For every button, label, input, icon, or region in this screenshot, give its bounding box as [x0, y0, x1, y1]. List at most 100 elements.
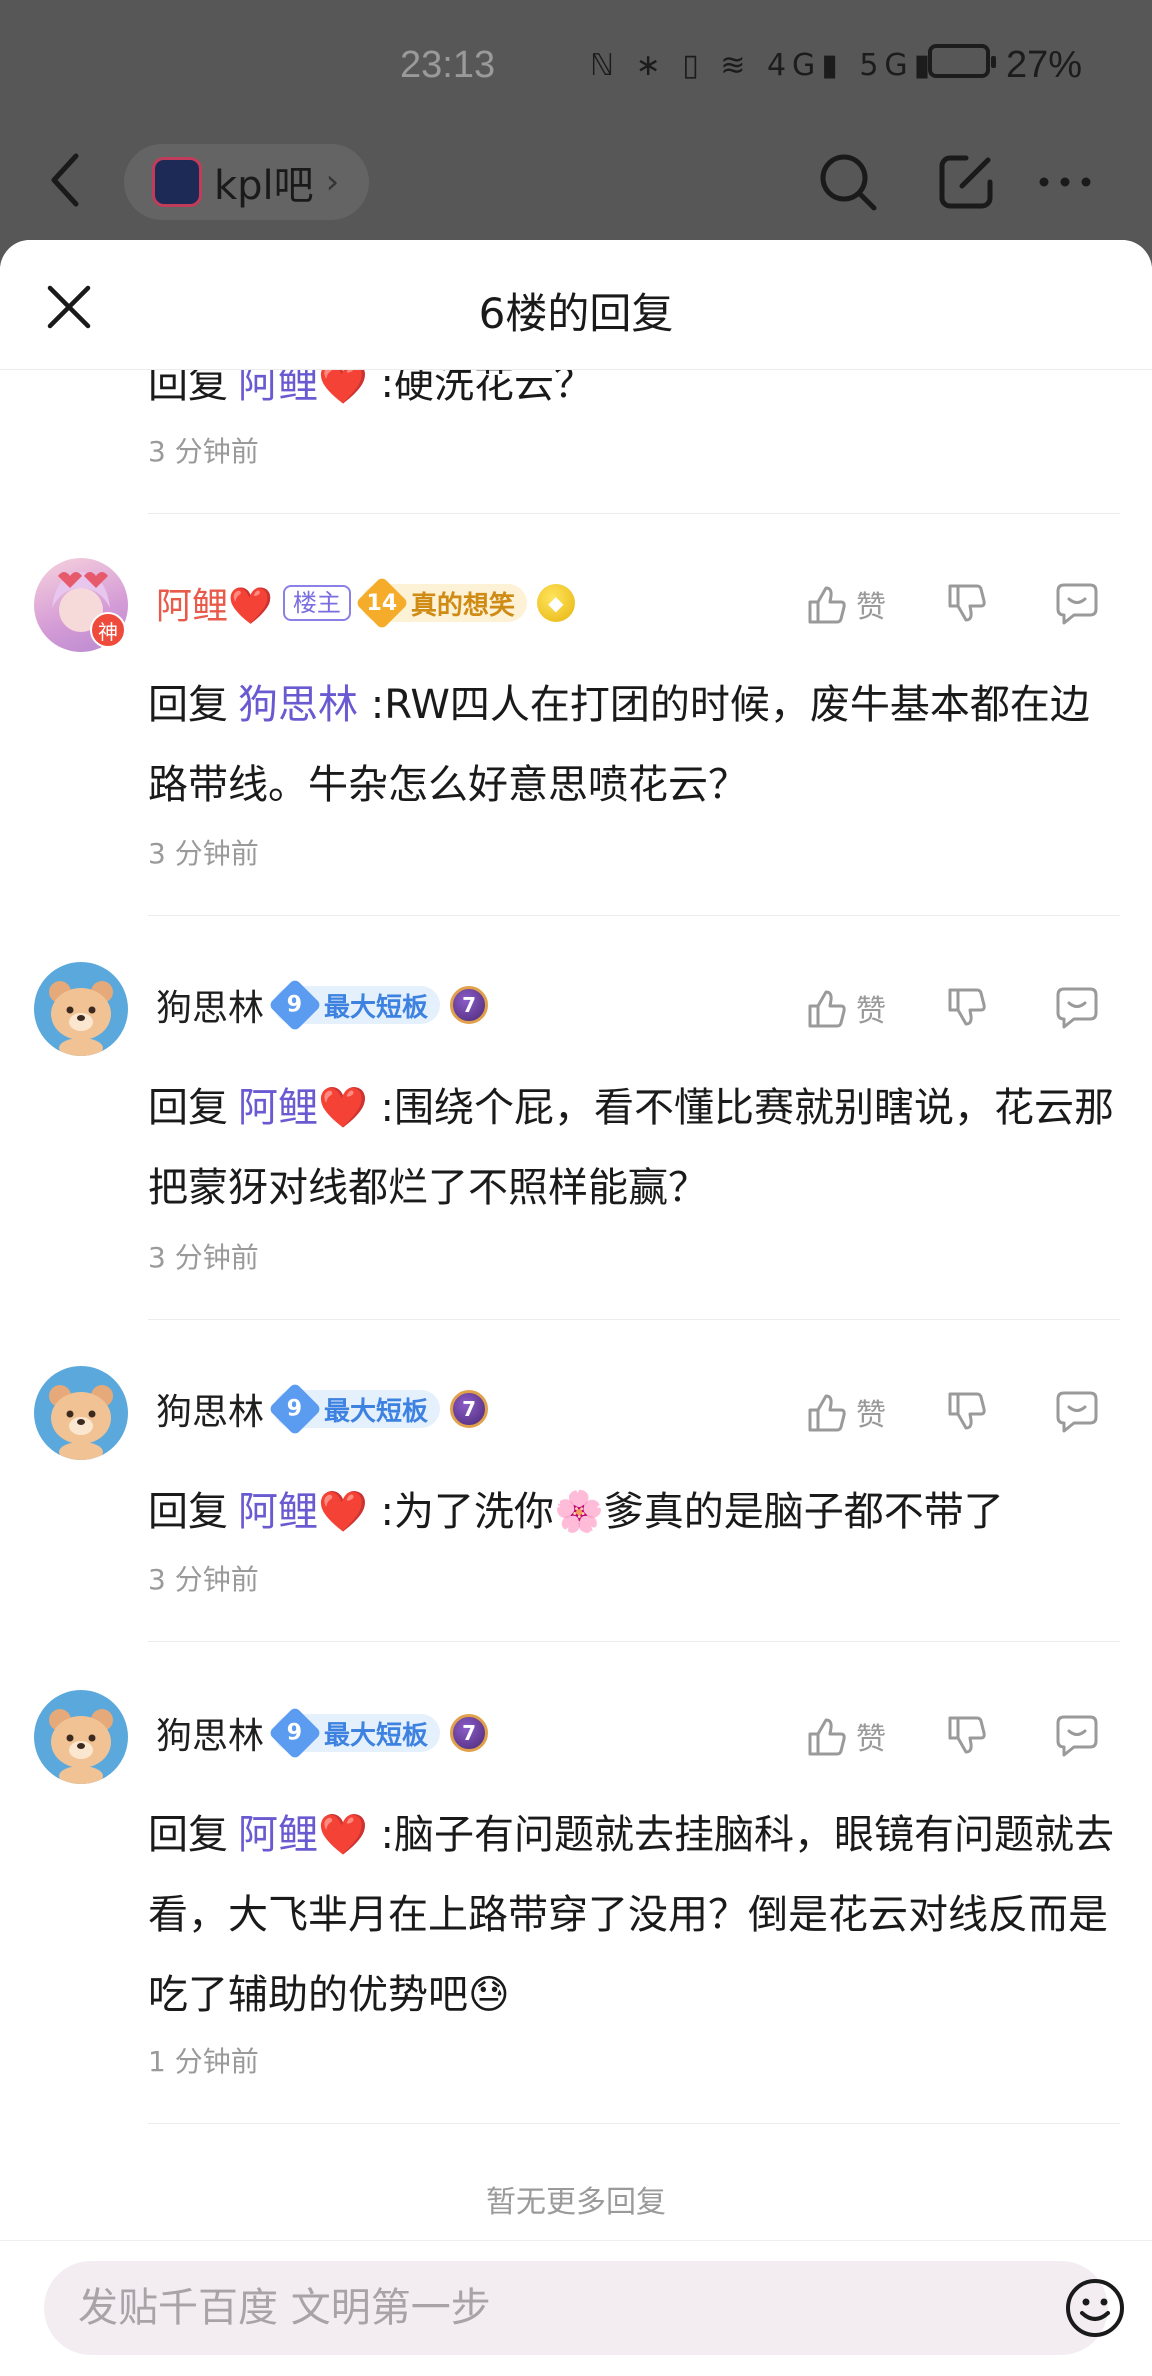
divider	[148, 1319, 1120, 1320]
reply-prefix: 回复	[148, 1489, 228, 1535]
like-button[interactable]: 赞	[804, 986, 944, 1030]
heart-emoji: ❤️	[318, 1812, 368, 1858]
level-number: 9	[287, 992, 303, 1018]
like-label: 赞	[856, 994, 886, 1029]
avatar[interactable]	[34, 1690, 128, 1784]
emoji-icon[interactable]	[1064, 2277, 1126, 2339]
reply-target-link[interactable]: 阿鲤	[238, 1489, 318, 1535]
dislike-button[interactable]	[944, 1390, 1054, 1434]
bear-avatar-icon	[49, 1709, 113, 1784]
top-nav: kpl吧 ›	[0, 140, 1152, 230]
medal-icon: 7	[450, 986, 489, 1024]
network-icons: ℕ ∗ ▯ ≋ 4G▮ 5G▮	[590, 48, 937, 83]
reply-button[interactable]	[1054, 985, 1114, 1031]
heart-emoji: ❤️	[318, 1085, 368, 1131]
thumbs-up-icon	[808, 586, 846, 624]
reply-prefix: 回复	[148, 1812, 228, 1858]
avatar[interactable]	[34, 962, 128, 1056]
op-badge: 楼主	[282, 585, 351, 621]
medal-icon: 7	[450, 1714, 489, 1752]
level-number: 14	[366, 590, 398, 616]
like-label: 赞	[856, 1722, 886, 1757]
dislike-button[interactable]	[944, 1714, 1054, 1758]
comment-icon	[1056, 1715, 1098, 1757]
reply-button[interactable]	[1054, 1713, 1114, 1759]
dislike-button[interactable]	[944, 986, 1054, 1030]
level-badge: 9 最大短板	[268, 1382, 441, 1436]
edit-post-icon[interactable]	[936, 152, 996, 212]
author-name[interactable]: 阿鲤❤️	[156, 577, 273, 629]
author-name-text: 阿鲤	[156, 586, 229, 627]
reply-input-container	[44, 2261, 1124, 2355]
thumbs-up-icon	[808, 1718, 846, 1756]
more-icon[interactable]	[1036, 154, 1094, 210]
author-name[interactable]: 狗思林	[156, 1383, 264, 1435]
reply-time: 3 分钟前	[148, 837, 259, 870]
like-button[interactable]: 赞	[804, 1390, 944, 1434]
reply-prefix: 回复	[148, 682, 228, 728]
search-icon[interactable]	[816, 150, 880, 214]
medal-icon: ◆	[536, 584, 575, 622]
reply-time: 3 分钟前	[148, 435, 259, 468]
composer-bar	[0, 2240, 1152, 2376]
status-bar: 23:13 ℕ ∗ ▯ ≋ 4G▮ 5G▮ 27%	[0, 38, 1152, 98]
heart-emoji: ❤️	[318, 1489, 368, 1535]
reply-actions: 赞	[804, 980, 1114, 1036]
level-title: 最大短板	[324, 1720, 429, 1751]
divider	[148, 513, 1120, 514]
reply-actions: 赞	[804, 576, 1114, 632]
author-row: 阿鲤❤️ 楼主 14 真的想笑 ◆	[156, 576, 575, 630]
like-button[interactable]: 赞	[804, 582, 944, 626]
bear-avatar-icon	[49, 1385, 113, 1460]
reply-actions: 赞	[804, 1708, 1114, 1764]
avatar[interactable]	[34, 1366, 128, 1460]
reply-content: 回复 狗思林 :RW四人在打团的时候，废牛基本都在边路带线。牛杂怎么好意思喷花云？	[148, 665, 1128, 825]
forum-pill[interactable]: kpl吧 ›	[124, 144, 370, 220]
thumbs-down-icon	[948, 584, 986, 622]
thumbs-down-icon	[948, 1392, 986, 1430]
no-more-replies: 暂无更多回复	[486, 2185, 666, 2220]
author-name[interactable]: 狗思林	[156, 979, 264, 1031]
back-arrow-icon[interactable]	[46, 150, 86, 210]
like-label: 赞	[856, 1398, 886, 1433]
level-title: 最大短板	[324, 1396, 429, 1427]
reply-content: 回复 阿鲤❤️ :为了洗你🌸爹真的是脑子都不带了	[148, 1472, 1128, 1552]
bear-avatar-icon	[49, 981, 113, 1056]
reply-time: 1 分钟前	[148, 2045, 259, 2078]
level-title: 真的想笑	[410, 590, 515, 621]
battery-percent: 27%	[1006, 44, 1083, 86]
level-badge: 14 真的想笑	[354, 576, 527, 630]
thumbs-down-icon	[948, 1716, 986, 1754]
reply-target-link[interactable]: 狗思林	[238, 682, 358, 728]
sheet-header: 6楼的回复	[0, 240, 1152, 370]
thumbs-down-icon	[948, 988, 986, 1026]
level-badge: 9 最大短板	[268, 978, 441, 1032]
thumbs-up-icon	[808, 1394, 846, 1432]
level-title: 最大短板	[324, 992, 429, 1023]
god-badge: 神	[90, 612, 126, 648]
level-number: 9	[287, 1720, 303, 1746]
reply-button[interactable]	[1054, 581, 1114, 627]
reply-time: 3 分钟前	[148, 1241, 259, 1274]
like-button[interactable]: 赞	[804, 1714, 944, 1758]
like-label: 赞	[856, 590, 886, 625]
heart-emoji: ❤️	[228, 586, 273, 627]
reply-button[interactable]	[1054, 1389, 1114, 1435]
reply-input[interactable]	[78, 2261, 1008, 2355]
background-app-header: 23:13 ℕ ∗ ▯ ≋ 4G▮ 5G▮ 27% kpl吧 ›	[0, 0, 1152, 260]
comment-icon	[1056, 583, 1098, 625]
reply-target-link[interactable]: 阿鲤	[238, 1812, 318, 1858]
reply-target-link[interactable]: 阿鲤	[238, 1085, 318, 1131]
reply-actions: 赞	[804, 1384, 1114, 1440]
author-row: 狗思林 9 最大短板 7	[156, 978, 489, 1032]
sheet-title: 6楼的回复	[478, 289, 674, 338]
reply-time: 3 分钟前	[148, 1563, 259, 1596]
author-name[interactable]: 狗思林	[156, 1707, 264, 1759]
battery-icon	[928, 44, 996, 78]
thumbs-up-icon	[808, 990, 846, 1028]
reply-content: 回复 阿鲤❤️ :围绕个屁，看不懂比赛就别瞎说，花云那把蒙犽对线都烂了不照样能赢？	[148, 1068, 1128, 1228]
comment-icon	[1056, 1391, 1098, 1433]
kpl-logo-icon	[152, 157, 202, 207]
dislike-button[interactable]	[944, 582, 1054, 626]
author-row: 狗思林 9 最大短板 7	[156, 1382, 489, 1436]
